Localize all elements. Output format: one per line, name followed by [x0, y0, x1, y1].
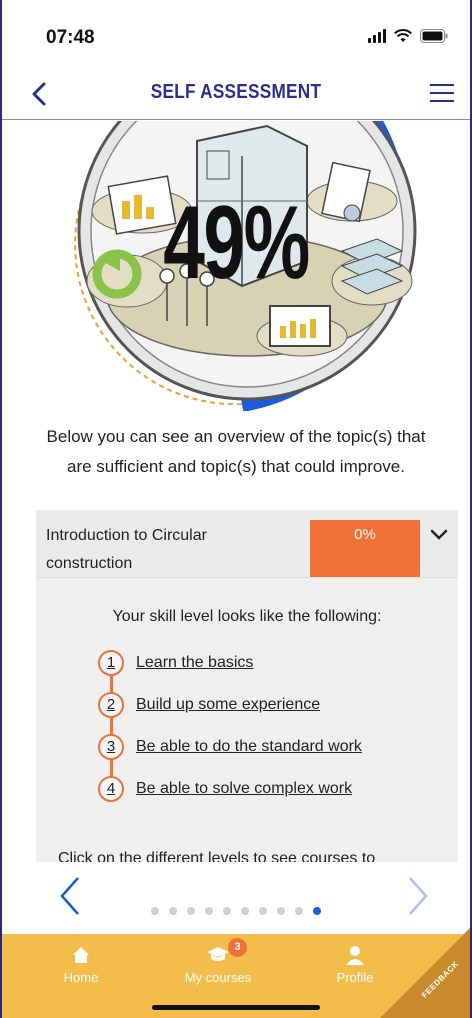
- hamburger-line: [430, 92, 454, 94]
- skill-level-item[interactable]: 1 Learn the basics: [98, 650, 458, 692]
- page-dot[interactable]: [241, 907, 249, 915]
- page-dot[interactable]: [295, 907, 303, 915]
- bottom-navigation: Home My courses 3 Profile FEEDBACK: [2, 928, 470, 1018]
- app-screen: 07:48 SELF ASSESSMENT 49% Below you can …: [0, 0, 472, 1018]
- nav-my-courses[interactable]: My courses 3: [158, 938, 278, 985]
- level-link[interactable]: Be able to solve complex work: [136, 776, 352, 802]
- chevron-down-icon[interactable]: [430, 528, 448, 546]
- topic-score-badge: 0%: [310, 520, 420, 577]
- levels-hint-text: Click on the different levels to see cou…: [58, 850, 376, 862]
- chevron-right-icon: [409, 877, 428, 915]
- page-dot[interactable]: [259, 907, 267, 915]
- nav-my-courses-label: My courses: [184, 970, 252, 985]
- user-icon: [346, 946, 364, 965]
- signal-icon: [368, 29, 386, 43]
- skill-level-item[interactable]: 2 Build up some experience: [98, 692, 458, 734]
- page-dot[interactable]: [313, 907, 321, 915]
- page-dot[interactable]: [187, 907, 195, 915]
- home-indicator: [152, 1005, 320, 1010]
- nav-home-label: Home: [63, 970, 99, 985]
- level-number: 3: [98, 734, 124, 760]
- page-title: SELF ASSESSMENT: [150, 81, 322, 103]
- menu-button[interactable]: [430, 84, 454, 104]
- nav-home[interactable]: Home: [21, 944, 141, 985]
- notification-badge: 3: [228, 938, 247, 957]
- app-header: SELF ASSESSMENT: [2, 70, 470, 120]
- next-page-button[interactable]: [406, 876, 430, 921]
- hamburger-line: [430, 100, 454, 102]
- feedback-button[interactable]: FEEDBACK: [380, 928, 470, 1018]
- hamburger-line: [430, 84, 454, 86]
- wifi-icon: [394, 29, 412, 43]
- page-carousel-controls: [2, 862, 470, 934]
- nav-profile-label: Profile: [336, 970, 374, 985]
- page-dot[interactable]: [151, 907, 159, 915]
- skill-level-title: Your skill level looks like the followin…: [112, 608, 382, 625]
- skill-levels: 1 Learn the basics 2 Build up some exper…: [98, 650, 458, 818]
- topic-card: Introduction to Circular construction 0%…: [36, 510, 458, 862]
- battery-icon: [420, 29, 448, 43]
- page-dot[interactable]: [205, 907, 213, 915]
- skill-level-item[interactable]: 4 Be able to solve complex work: [98, 776, 458, 818]
- topic-header[interactable]: Introduction to Circular construction 0%: [36, 510, 458, 578]
- page-dot[interactable]: [169, 907, 177, 915]
- level-link[interactable]: Be able to do the standard work: [136, 734, 362, 760]
- topic-name: Introduction to Circular construction: [46, 527, 207, 572]
- level-number: 1: [98, 650, 124, 676]
- score-percent: 49%: [163, 185, 310, 301]
- level-number: 2: [98, 692, 124, 718]
- status-time: 07:48: [46, 27, 95, 48]
- status-bar: 07:48: [2, 0, 470, 70]
- graduation-cap-icon: [207, 947, 229, 961]
- overview-text: Below you can see an overview of the top…: [46, 427, 426, 476]
- level-link[interactable]: Learn the basics: [136, 650, 253, 676]
- page-dot[interactable]: [223, 907, 231, 915]
- page-indicator: [2, 902, 470, 920]
- feedback-corner: [380, 928, 470, 1018]
- status-icons: [368, 29, 448, 43]
- level-link[interactable]: Build up some experience: [136, 692, 320, 718]
- home-icon: [73, 947, 89, 963]
- page-dot[interactable]: [277, 907, 285, 915]
- skill-level-item[interactable]: 3 Be able to do the standard work: [98, 734, 458, 776]
- level-number: 4: [98, 776, 124, 802]
- score-illustration: 49%: [2, 121, 470, 411]
